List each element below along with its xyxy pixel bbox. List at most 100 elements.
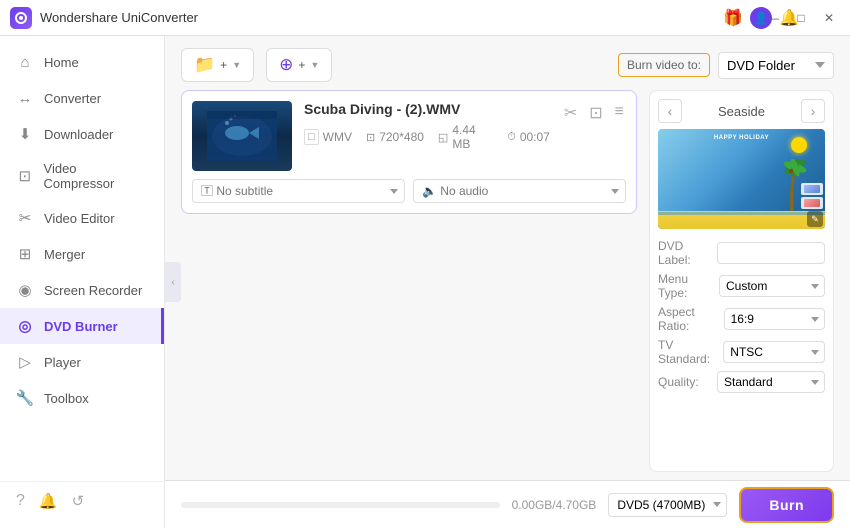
downloader-icon: ⬇	[16, 125, 34, 143]
audio-select[interactable]: 🔈 No audio Add audio	[413, 179, 626, 203]
refresh-icon[interactable]: ↺	[72, 492, 85, 510]
dvd-label-text: DVD Label:	[658, 239, 717, 267]
notification-icon[interactable]: 🔔	[39, 492, 58, 510]
file-list-area: Scuba Diving - (2).WMV □ WMV ⊡ 720*480	[165, 90, 850, 480]
content-area: 📁 + ▼ ⊕ + ▼ Burn video to: DVD Folder DV…	[165, 36, 850, 528]
file-list: Scuba Diving - (2).WMV □ WMV ⊡ 720*480	[181, 90, 637, 472]
sidebar-item-toolbox[interactable]: 🔧 Toolbox	[0, 380, 164, 416]
file-name: Scuba Diving - (2).WMV	[304, 101, 550, 117]
storage-info: 0.00GB/4.70GB	[512, 498, 597, 512]
burn-button[interactable]: Burn	[739, 487, 834, 523]
dvd-burner-icon: ◎	[16, 317, 34, 335]
compressor-icon: ⊡	[16, 167, 34, 185]
dvd-menu-type-select[interactable]: Custom None Standard	[719, 275, 825, 297]
cut-button[interactable]: ✂	[562, 101, 579, 125]
file-meta: □ WMV ⊡ 720*480 ◱ 4.44 MB	[304, 123, 550, 151]
file-thumbnail	[192, 101, 292, 171]
sidebar: ⌂ Home ↔ Converter ⬇ Downloader ⊡ Video …	[0, 36, 165, 528]
size-value: 4.44 MB	[452, 123, 493, 151]
dvd-next-button[interactable]: ›	[801, 99, 825, 123]
sidebar-label-home: Home	[44, 55, 79, 70]
sidebar-bottom: ? 🔔 ↺	[0, 481, 164, 520]
sidebar-label-downloader: Downloader	[44, 127, 113, 142]
file-card-top: Scuba Diving - (2).WMV □ WMV ⊡ 720*480	[192, 101, 626, 171]
subtitle-select[interactable]: 🅃 No subtitle Add subtitle	[192, 179, 405, 203]
dvd-preview: HAPPY HOLIDAY	[658, 129, 825, 229]
sidebar-item-home[interactable]: ⌂ Home	[0, 44, 164, 80]
dvd-aspect-ratio-field: Aspect Ratio: 16:9 4:3	[658, 305, 825, 333]
dvd-label-input[interactable]	[717, 242, 825, 264]
add-video-button[interactable]: 📁 + ▼	[181, 48, 254, 82]
sidebar-item-screen-recorder[interactable]: ◉ Screen Recorder	[0, 272, 164, 308]
dvd-quality-select[interactable]: Standard High Low	[717, 371, 825, 393]
dvd-aspect-ratio-select[interactable]: 16:9 4:3	[724, 308, 825, 330]
resolution-value: 720*480	[379, 130, 424, 144]
size-icon: ◱	[438, 131, 448, 144]
app-logo	[10, 7, 32, 29]
toolbox-icon: 🔧	[16, 389, 34, 407]
dvd-prev-button[interactable]: ‹	[658, 99, 682, 123]
sidebar-item-downloader[interactable]: ⬇ Downloader	[0, 116, 164, 152]
file-card: Scuba Diving - (2).WMV □ WMV ⊡ 720*480	[181, 90, 637, 214]
dvd-quality-field: Quality: Standard High Low	[658, 371, 825, 393]
add-video-label: +	[220, 58, 227, 72]
sidebar-label-toolbox: Toolbox	[44, 391, 89, 406]
file-card-bottom: 🅃 No subtitle Add subtitle 🔈 No audio Ad…	[192, 179, 626, 203]
sidebar-label-dvd: DVD Burner	[44, 319, 118, 334]
maximize-button[interactable]: □	[788, 5, 814, 31]
sidebar-label-converter: Converter	[44, 91, 101, 106]
dvd-type-select[interactable]: DVD5 (4700MB) DVD9 (8500MB)	[608, 493, 727, 517]
progress-bar	[181, 502, 500, 508]
sidebar-item-video-compressor[interactable]: ⊡ Video Compressor	[0, 152, 164, 200]
home-icon: ⌂	[16, 53, 34, 71]
dvd-panel: ‹ Seaside › HAPPY HOLIDAY	[649, 90, 834, 472]
file-format: □ WMV	[304, 129, 352, 145]
file-actions: ✂ ⊡ ≡	[562, 101, 626, 125]
settings-button[interactable]: ≡	[613, 101, 626, 125]
dvd-theme-title: Seaside	[718, 104, 765, 119]
title-bar: Wondershare UniConverter 🎁 👤 🔔 — □ ✕	[0, 0, 850, 36]
app-title: Wondershare UniConverter	[40, 10, 198, 25]
sidebar-label-player: Player	[44, 355, 81, 370]
sidebar-collapse-btn[interactable]: ‹	[165, 262, 181, 302]
add-video-dropdown-icon: ▼	[232, 60, 241, 70]
minimize-button[interactable]: —	[760, 5, 786, 31]
dvd-tv-standard-field: TV Standard: NTSC PAL	[658, 338, 825, 366]
dvd-tv-standard-select[interactable]: NTSC PAL	[723, 341, 825, 363]
sidebar-item-video-editor[interactable]: ✂ Video Editor	[0, 200, 164, 236]
sidebar-label-editor: Video Editor	[44, 211, 115, 226]
dvd-menu-type-field: Menu Type: Custom None Standard	[658, 272, 825, 300]
duration-icon: ⏱	[507, 131, 516, 144]
dvd-aspect-ratio-text: Aspect Ratio:	[658, 305, 724, 333]
help-icon[interactable]: ?	[16, 492, 25, 510]
gift-icon[interactable]: 🎁	[722, 7, 744, 29]
toolbar: 📁 + ▼ ⊕ + ▼ Burn video to: DVD Folder DV…	[165, 36, 850, 90]
window-controls: — □ ✕	[760, 0, 842, 35]
converter-icon: ↔	[16, 89, 34, 107]
burn-target-area: Burn video to: DVD Folder DVD Disc ISO F…	[618, 52, 834, 79]
burn-target-select[interactable]: DVD Folder DVD Disc ISO File Blu-ray Fol…	[718, 52, 834, 79]
sidebar-label-merger: Merger	[44, 247, 85, 262]
sidebar-item-converter[interactable]: ↔ Converter	[0, 80, 164, 116]
add-chapter-dropdown-icon: ▼	[310, 60, 319, 70]
file-info: Scuba Diving - (2).WMV □ WMV ⊡ 720*480	[304, 101, 550, 151]
editor-icon: ✂	[16, 209, 34, 227]
screen-recorder-icon: ◉	[16, 281, 34, 299]
close-button[interactable]: ✕	[816, 5, 842, 31]
dvd-tv-standard-text: TV Standard:	[658, 338, 723, 366]
resolution-icon: ⊡	[366, 131, 375, 144]
add-chapter-icon: ⊕	[279, 55, 293, 75]
sidebar-item-dvd-burner[interactable]: ◎ DVD Burner	[0, 308, 164, 344]
sidebar-item-merger[interactable]: ⊞ Merger	[0, 236, 164, 272]
duration-value: 00:07	[520, 130, 550, 144]
crop-button[interactable]: ⊡	[587, 101, 604, 125]
add-chapter-button[interactable]: ⊕ + ▼	[266, 48, 332, 82]
dvd-settings: DVD Label: Menu Type: Custom None Standa…	[658, 239, 825, 393]
file-resolution: ⊡ 720*480	[366, 130, 424, 144]
bottom-bar: 0.00GB/4.70GB DVD5 (4700MB) DVD9 (8500MB…	[165, 480, 850, 528]
sidebar-item-player[interactable]: ▷ Player	[0, 344, 164, 380]
add-video-icon: 📁	[194, 55, 215, 75]
sidebar-label-compressor: Video Compressor	[44, 161, 148, 191]
main-layout: ⌂ Home ↔ Converter ⬇ Downloader ⊡ Video …	[0, 36, 850, 528]
sidebar-label-recorder: Screen Recorder	[44, 283, 142, 298]
